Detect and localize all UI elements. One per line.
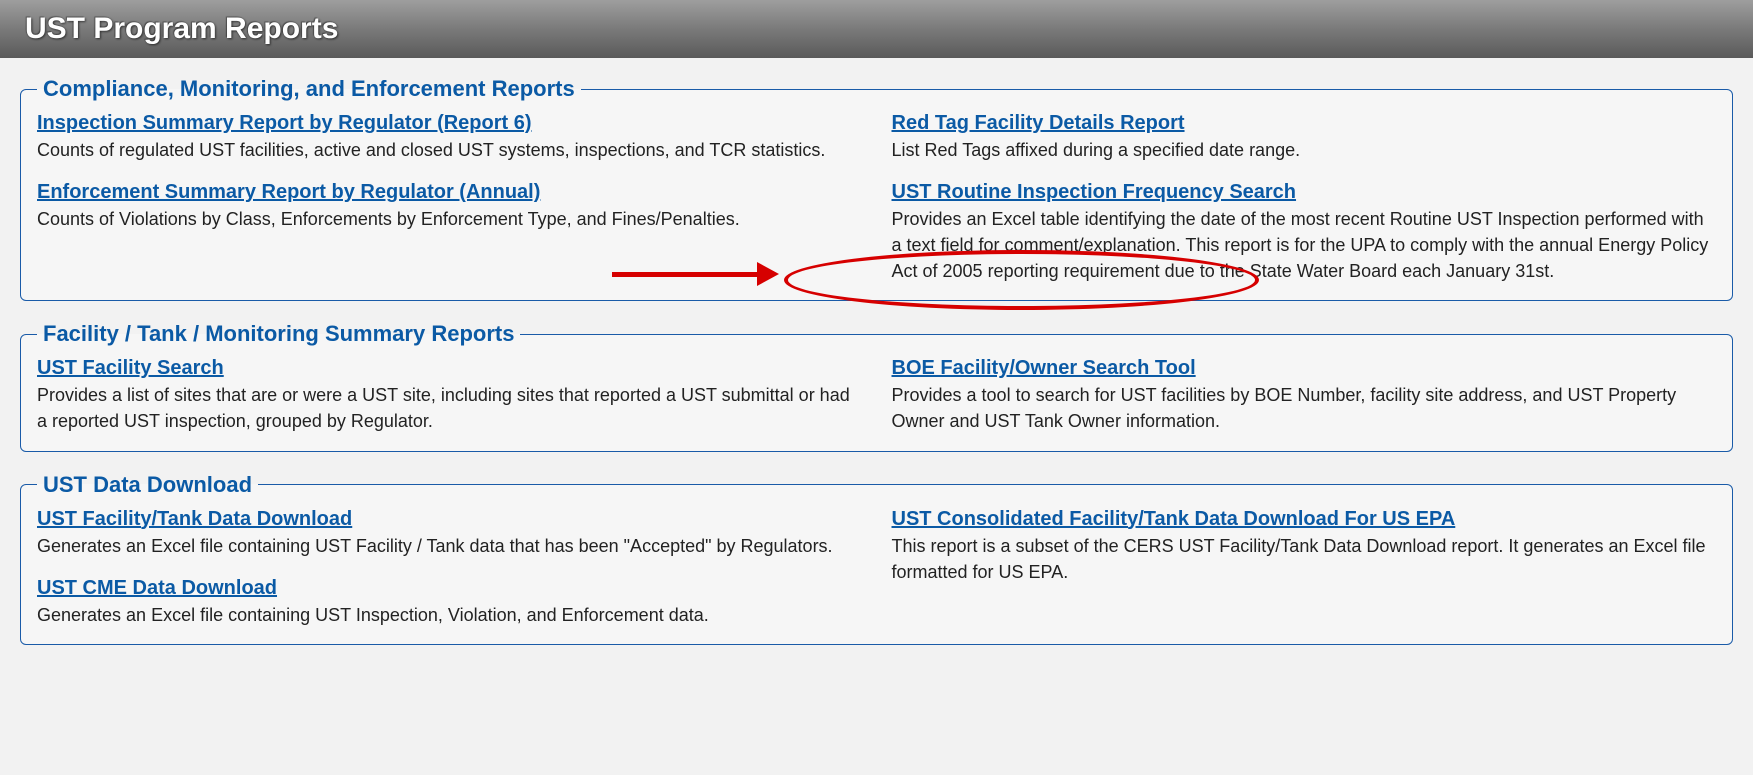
- link-ust-routine-inspection-frequency-search[interactable]: UST Routine Inspection Frequency Search: [892, 181, 1297, 204]
- link-red-tag-facility-report[interactable]: Red Tag Facility Details Report: [892, 112, 1185, 135]
- report-item: Inspection Summary Report by Regulator (…: [37, 112, 862, 163]
- report-item: UST CME Data Download Generates an Excel…: [37, 577, 862, 628]
- report-description: Provides a tool to search for UST facili…: [892, 382, 1717, 434]
- report-description: Provides a list of sites that are or wer…: [37, 382, 862, 434]
- report-item: Red Tag Facility Details Report List Red…: [892, 112, 1717, 163]
- report-item: UST Facility Search Provides a list of s…: [37, 357, 862, 434]
- page-title: UST Program Reports: [25, 12, 1728, 46]
- link-boe-facility-owner-search-tool[interactable]: BOE Facility/Owner Search Tool: [892, 357, 1196, 380]
- report-item: UST Consolidated Facility/Tank Data Down…: [892, 508, 1717, 585]
- section-facility-legend: Facility / Tank / Monitoring Summary Rep…: [37, 321, 520, 347]
- link-ust-facility-tank-data-download[interactable]: UST Facility/Tank Data Download: [37, 508, 352, 531]
- section-cme-legend: Compliance, Monitoring, and Enforcement …: [37, 76, 581, 102]
- link-ust-consolidated-data-download-epa[interactable]: UST Consolidated Facility/Tank Data Down…: [892, 508, 1456, 531]
- report-description: Counts of regulated UST facilities, acti…: [37, 137, 862, 163]
- report-description: Generates an Excel file containing UST I…: [37, 602, 862, 628]
- link-ust-facility-search[interactable]: UST Facility Search: [37, 357, 224, 380]
- report-description: This report is a subset of the CERS UST …: [892, 533, 1717, 585]
- report-description: Counts of Violations by Class, Enforceme…: [37, 206, 862, 232]
- report-item: BOE Facility/Owner Search Tool Provides …: [892, 357, 1717, 434]
- link-ust-cme-data-download[interactable]: UST CME Data Download: [37, 577, 277, 600]
- link-inspection-summary-report[interactable]: Inspection Summary Report by Regulator (…: [37, 112, 532, 135]
- report-item: UST Facility/Tank Data Download Generate…: [37, 508, 862, 559]
- section-download-legend: UST Data Download: [37, 472, 258, 498]
- report-description: Generates an Excel file containing UST F…: [37, 533, 862, 559]
- report-description: List Red Tags affixed during a specified…: [892, 137, 1717, 163]
- page-content: Compliance, Monitoring, and Enforcement …: [0, 58, 1753, 683]
- report-item: Enforcement Summary Report by Regulator …: [37, 181, 862, 232]
- section-facility: Facility / Tank / Monitoring Summary Rep…: [20, 321, 1733, 451]
- report-description: Provides an Excel table identifying the …: [892, 206, 1717, 284]
- page-header: UST Program Reports: [0, 0, 1753, 58]
- section-download: UST Data Download UST Facility/Tank Data…: [20, 472, 1733, 645]
- section-cme: Compliance, Monitoring, and Enforcement …: [20, 76, 1733, 301]
- report-item: UST Routine Inspection Frequency Search …: [892, 181, 1717, 284]
- link-enforcement-summary-report[interactable]: Enforcement Summary Report by Regulator …: [37, 181, 540, 204]
